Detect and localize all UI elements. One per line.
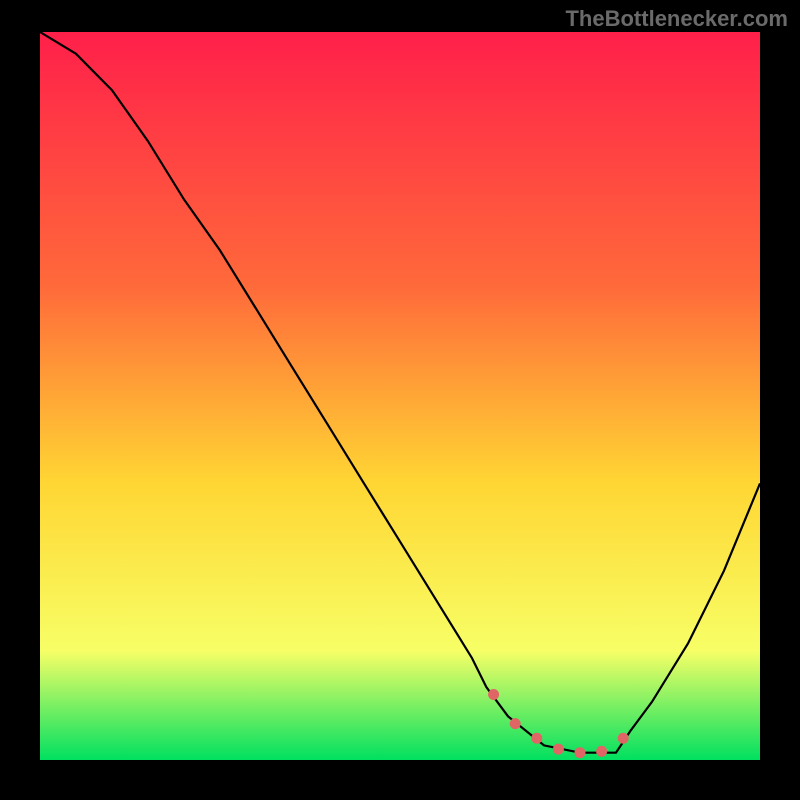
chart-frame: TheBottlenecker.com	[0, 0, 800, 800]
chart-svg	[40, 32, 760, 760]
marker-dot	[553, 744, 564, 755]
marker-dot	[618, 733, 629, 744]
marker-dot	[488, 689, 499, 700]
marker-dot	[510, 718, 521, 729]
marker-dot	[596, 746, 607, 757]
marker-dot	[531, 733, 542, 744]
watermark-text: TheBottlenecker.com	[565, 6, 788, 32]
marker-dot	[575, 747, 586, 758]
plot-area	[40, 32, 760, 760]
